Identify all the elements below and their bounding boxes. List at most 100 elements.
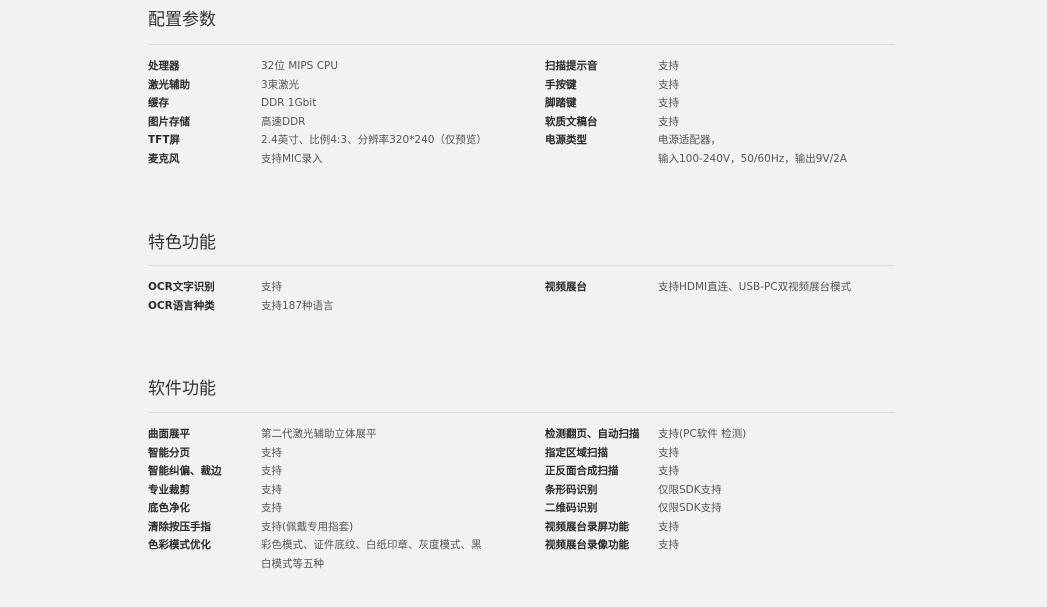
section-title-config: 配置参数 bbox=[148, 10, 216, 30]
spec-value: 支持 bbox=[658, 446, 679, 459]
divider bbox=[148, 265, 895, 266]
spec-column-right: 扫描提示音 支持 手按键 支持 脚踏键 支持 软质文稿台 支持 电源类型 电源适配器， 输入… bbox=[545, 57, 905, 168]
spec-label: 智能分页 bbox=[148, 446, 190, 459]
spec-label: 麦克风 bbox=[148, 152, 180, 165]
spec-value: 支持 bbox=[261, 465, 282, 477]
spec-row: 正反面合成扫描 支持 bbox=[545, 462, 905, 481]
spec-row: 视频展台录屏功能 支持 bbox=[545, 518, 905, 537]
spec-row: 视频展台录像功能 支持 bbox=[545, 536, 905, 555]
spec-row: 智能纠偏、裁边 支持 bbox=[148, 462, 508, 481]
spec-value: 仅限SDK支持 bbox=[658, 483, 722, 496]
spec-row: 色彩模式优化 彩色模式、证件底纹、白纸印章、灰度模式、黑 白模式等五种 bbox=[148, 536, 508, 573]
spec-value: 高速DDR bbox=[261, 115, 306, 128]
spec-label: 图片存储 bbox=[148, 115, 190, 128]
spec-row: 指定区域扫描 支持 bbox=[545, 444, 905, 463]
spec-row: 处理器 32位 MIPS CPU bbox=[148, 57, 508, 76]
spec-row: 脚踏键 支持 bbox=[545, 94, 905, 113]
spec-row: 缓存 DDR 1Gbit bbox=[148, 94, 508, 113]
spec-label: 正反面合成扫描 bbox=[545, 465, 619, 477]
spec-label: 曲面展平 bbox=[148, 428, 190, 440]
spec-label: 激光辅助 bbox=[148, 78, 190, 91]
divider bbox=[148, 412, 895, 413]
spec-value-multiline: 电源适配器， 输入100-240V，50/60Hz，输出9V/2A bbox=[658, 131, 858, 168]
spec-label: 底色净化 bbox=[148, 502, 190, 514]
spec-label: TFT屏 bbox=[148, 134, 180, 146]
spec-row: 检测翻页、自动扫描 支持(PC软件 检测) bbox=[545, 425, 905, 444]
spec-row: 手按键 支持 bbox=[545, 76, 905, 95]
spec-row: 视频展台 支持HDMI直连、USB-PC双视频展台模式 bbox=[545, 278, 905, 297]
spec-value: 支持 bbox=[658, 60, 679, 72]
spec-value: 支持(佩戴专用指套) bbox=[261, 520, 354, 533]
spec-value: 支持 bbox=[658, 115, 679, 128]
spec-value: 支持 bbox=[658, 465, 679, 477]
divider bbox=[148, 44, 895, 45]
spec-row: 图片存储 高速DDR bbox=[148, 113, 508, 132]
spec-row: 软质文稿台 支持 bbox=[545, 113, 905, 132]
spec-value-line: 输入100-240V，50/60Hz，输出9V/2A bbox=[658, 152, 847, 165]
spec-column-left: 处理器 32位 MIPS CPU 激光辅助 3束激光 缓存 DDR 1Gbit 图片存… bbox=[148, 57, 508, 168]
spec-label: 专业裁剪 bbox=[148, 483, 190, 496]
spec-label: 软质文稿台 bbox=[545, 115, 598, 128]
spec-value: 支持 bbox=[261, 446, 282, 459]
spec-row: 条形码识别 仅限SDK支持 bbox=[545, 481, 905, 500]
spec-column-right: 检测翻页、自动扫描 支持(PC软件 检测) 指定区域扫描 支持 正反面合成扫描 支持 … bbox=[545, 425, 905, 555]
spec-label: 缓存 bbox=[148, 97, 169, 109]
spec-row: 麦克风 支持MIC录入 bbox=[148, 150, 508, 169]
spec-row: 扫描提示音 支持 bbox=[545, 57, 905, 76]
spec-label: 指定区域扫描 bbox=[545, 446, 608, 459]
section-title-features: 特色功能 bbox=[148, 233, 216, 253]
spec-value: 2.4英寸、比例4:3、分辨率320*240（仅预览） bbox=[261, 134, 487, 146]
spec-row: 二维码识别 仅限SDK支持 bbox=[545, 499, 905, 518]
section-title-software: 软件功能 bbox=[148, 379, 216, 399]
spec-row: 电源类型 电源适配器， 输入100-240V，50/60Hz，输出9V/2A bbox=[545, 131, 905, 168]
spec-label: 脚踏键 bbox=[545, 97, 577, 109]
spec-row: 曲面展平 第二代激光辅助立体展平 bbox=[148, 425, 508, 444]
spec-label: OCR语言种类 bbox=[148, 299, 215, 312]
spec-value: 支持 bbox=[658, 97, 679, 109]
spec-value: 支持 bbox=[658, 539, 679, 551]
spec-label: 视频展台录屏功能 bbox=[545, 520, 629, 533]
spec-label: 电源类型 bbox=[545, 134, 587, 146]
spec-value: DDR 1Gbit bbox=[261, 97, 317, 109]
spec-label: 色彩模式优化 bbox=[148, 539, 211, 551]
spec-value: 支持 bbox=[261, 502, 282, 514]
spec-row: 专业裁剪 支持 bbox=[148, 481, 508, 500]
spec-row: 激光辅助 3束激光 bbox=[148, 76, 508, 95]
spec-value: 支持(PC软件 检测) bbox=[658, 428, 747, 440]
spec-label: 处理器 bbox=[148, 60, 180, 72]
spec-value: 支持 bbox=[261, 281, 282, 293]
spec-value-multiline: 彩色模式、证件底纹、白纸印章、灰度模式、黑 白模式等五种 bbox=[261, 536, 501, 573]
spec-column-right: 视频展台 支持HDMI直连、USB-PC双视频展台模式 bbox=[545, 278, 905, 297]
spec-value: 支持HDMI直连、USB-PC双视频展台模式 bbox=[658, 281, 852, 293]
spec-label: 检测翻页、自动扫描 bbox=[545, 428, 640, 440]
spec-value: 32位 MIPS CPU bbox=[261, 60, 339, 72]
spec-column-left: OCR文字识别 支持 OCR语言种类 支持187种语言 bbox=[148, 278, 508, 315]
spec-label: 智能纠偏、裁边 bbox=[148, 465, 222, 477]
spec-label: 二维码识别 bbox=[545, 502, 598, 514]
spec-label: 视频展台 bbox=[545, 281, 587, 293]
spec-label: OCR文字识别 bbox=[148, 281, 215, 293]
spec-row: TFT屏 2.4英寸、比例4:3、分辨率320*240（仅预览） bbox=[148, 131, 508, 150]
spec-label: 清除按压手指 bbox=[148, 520, 211, 533]
spec-row: 底色净化 支持 bbox=[148, 499, 508, 518]
spec-label: 条形码识别 bbox=[545, 483, 598, 496]
spec-value-line: 彩色模式、证件底纹、白纸印章、灰度模式、黑 bbox=[261, 539, 482, 551]
spec-row: 清除按压手指 支持(佩戴专用指套) bbox=[148, 518, 508, 537]
spec-row: OCR文字识别 支持 bbox=[148, 278, 508, 297]
spec-value: 仅限SDK支持 bbox=[658, 502, 722, 514]
spec-column-left: 曲面展平 第二代激光辅助立体展平 智能分页 支持 智能纠偏、裁边 支持 专业裁剪 支持 … bbox=[148, 425, 508, 573]
spec-value: 3束激光 bbox=[261, 78, 300, 91]
spec-label: 手按键 bbox=[545, 78, 577, 91]
spec-value-line: 电源适配器， bbox=[658, 134, 721, 146]
spec-label: 扫描提示音 bbox=[545, 60, 598, 72]
spec-value: 支持 bbox=[658, 78, 679, 91]
spec-value: 支持187种语言 bbox=[261, 299, 334, 312]
spec-value: 支持MIC录入 bbox=[261, 152, 323, 165]
spec-value-line: 白模式等五种 bbox=[261, 557, 324, 570]
spec-row: OCR语言种类 支持187种语言 bbox=[148, 297, 508, 316]
spec-value: 支持 bbox=[261, 483, 282, 496]
spec-label: 视频展台录像功能 bbox=[545, 539, 629, 551]
spec-value: 第二代激光辅助立体展平 bbox=[261, 428, 377, 440]
spec-row: 智能分页 支持 bbox=[148, 444, 508, 463]
spec-value: 支持 bbox=[658, 520, 679, 533]
